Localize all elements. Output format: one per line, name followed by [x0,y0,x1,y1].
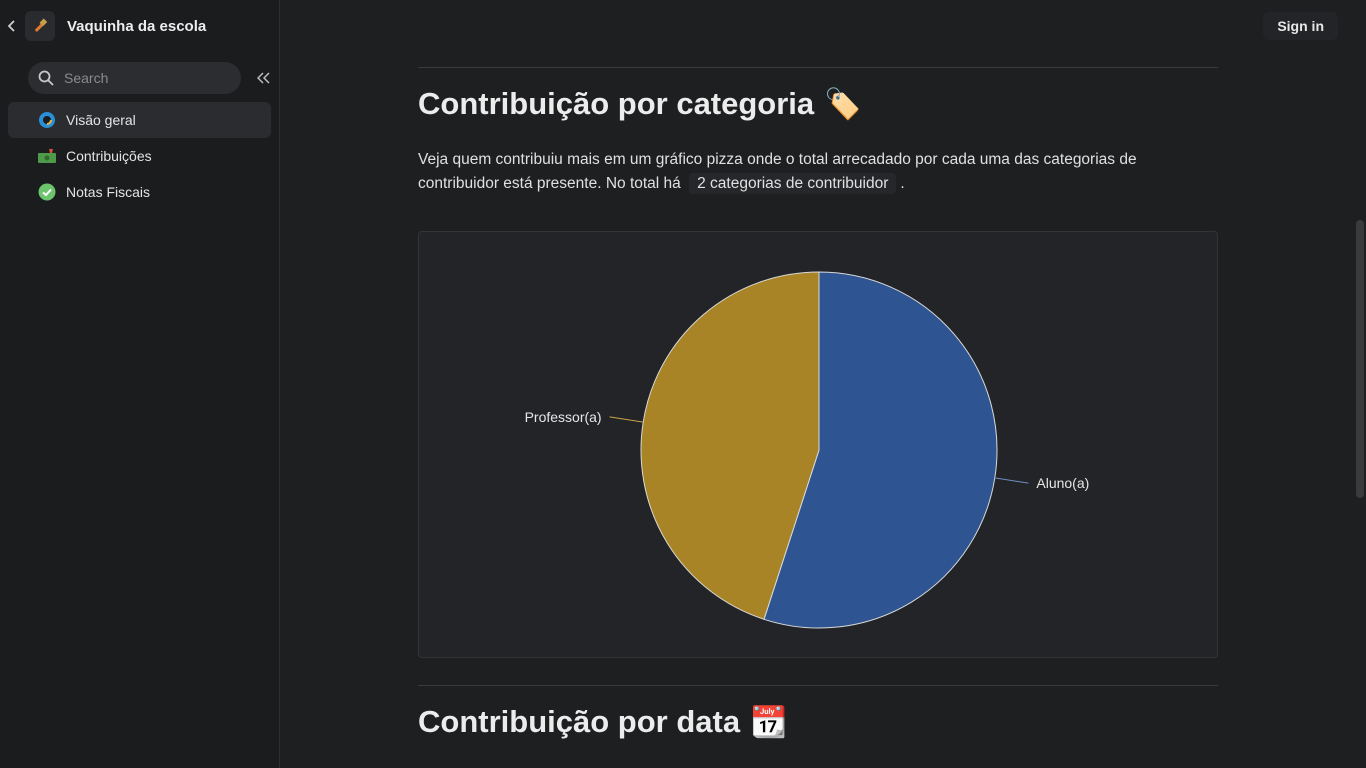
tag-icon: 🏷️ [824,87,862,121]
app-title: Vaquinha da escola [67,17,207,35]
search-icon [38,70,54,86]
chevron-left-icon [7,20,15,32]
section-title-text: Contribuição por categoria [418,86,815,121]
section-title-categoria: Contribuição por categoria 🏷️ [418,86,862,122]
scrollbar[interactable] [1354,0,1366,768]
money-icon [36,147,58,165]
pie-chart-card: Aluno(a) Professor(a) [418,231,1218,658]
pie-leader-line [609,416,644,423]
main-content: Contribuição por categoria 🏷️ Veja quem … [418,0,1218,768]
app-header: Vaquinha da escola [0,8,280,44]
globe-icon [36,111,58,129]
check-icon [36,183,58,201]
hammer-icon [34,18,48,32]
section-description: Veja quem contribuiu mais em um gráfico … [418,148,1208,196]
description-end: . [900,175,905,192]
search-box[interactable] [28,62,241,94]
divider [418,67,1218,68]
scrollbar-thumb[interactable] [1356,220,1364,498]
sidebar-item-label: Notas Fiscais [66,184,151,200]
category-count-pill: 2 categorias de contribuidor [689,173,897,194]
section-title-data: Contribuição por data 📆 [418,704,787,740]
sidebar-nav: Visão geral Contribuições Notas Fiscais [8,102,271,210]
double-chevron-left-icon [257,72,270,84]
sign-in-button[interactable]: Sign in [1263,12,1338,40]
pie-leader-line [994,477,1029,484]
pie-chart: Aluno(a) Professor(a) [525,271,1089,629]
sidebar-item-label: Visão geral [66,112,136,128]
app-logo [25,11,55,41]
pie-label: Professor(a) [525,409,602,425]
sidebar-item-notas-fiscais[interactable]: Notas Fiscais [8,174,271,210]
pie-label: Aluno(a) [1036,475,1089,491]
sidebar-item-label: Contribuições [66,148,152,164]
divider [418,685,1218,686]
search-input[interactable] [64,70,214,86]
sidebar-item-contribuicoes[interactable]: Contribuições [8,138,271,174]
search-row [28,62,278,94]
sidebar-item-visao-geral[interactable]: Visão geral [8,102,271,138]
calendar-icon: 📆 [750,705,788,739]
back-button[interactable] [0,8,24,44]
section-title-text: Contribuição por data [418,704,741,739]
collapse-sidebar-button[interactable] [253,67,275,89]
sidebar: Vaquinha da escola Visão ger [0,0,280,768]
